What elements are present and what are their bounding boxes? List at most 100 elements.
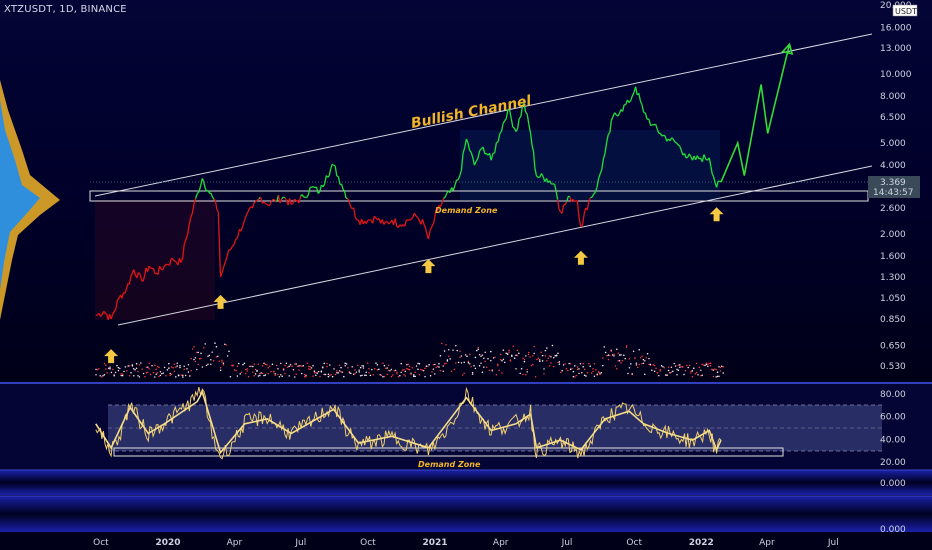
volume-dot (142, 372, 145, 375)
volume-dot (392, 374, 394, 376)
price-segment (95, 314, 98, 317)
volume-dot (361, 374, 363, 377)
volume-dot (137, 370, 139, 373)
price-tick-label: 1.050 (880, 294, 906, 304)
volume-dot (697, 374, 699, 376)
volume-dot (712, 369, 715, 371)
volume-dot (385, 367, 387, 369)
volume-dot (595, 369, 597, 371)
volume-dot (320, 370, 323, 372)
volume-dot (459, 350, 461, 352)
volume-dot (198, 358, 201, 360)
volume-dot (677, 364, 680, 367)
volume-dot (305, 374, 307, 377)
volume-dot (695, 362, 698, 365)
volume-dot (176, 365, 178, 367)
volume-dot (383, 375, 386, 378)
volume-dot (387, 364, 390, 366)
volume-dot (492, 357, 495, 359)
volume-dot (253, 374, 255, 377)
volume-dot (722, 365, 724, 368)
volume-dot (268, 365, 271, 367)
volume-dot (522, 357, 524, 359)
volume-dot (327, 375, 330, 378)
volume-dot (557, 352, 559, 355)
price-tick-label: 6.500 (880, 113, 906, 123)
volume-dot (137, 374, 139, 377)
volume-dot (175, 376, 177, 378)
volume-dot (515, 368, 517, 370)
volume-dot (439, 354, 442, 357)
volume-dot (530, 364, 533, 367)
volume-dot (616, 367, 618, 370)
volume-dot (362, 365, 365, 367)
volume-dot (551, 344, 554, 347)
volume-dot (543, 373, 545, 375)
volume-dot (205, 364, 208, 367)
volume-dot (690, 370, 692, 372)
volume-dot (382, 362, 384, 364)
volume-dot (102, 375, 104, 377)
price-segment (265, 203, 268, 205)
x-tick-label: Jul (827, 538, 839, 548)
volume-dot (439, 369, 442, 372)
volume-dot (193, 346, 195, 348)
volume-dot (635, 364, 638, 366)
volume-dot (288, 375, 290, 377)
volume-dot (417, 362, 419, 365)
volume-dot (210, 359, 212, 361)
volume-dot (317, 370, 320, 373)
volume-dot (166, 369, 169, 371)
volume-dot (140, 362, 142, 364)
volume-dot (585, 375, 587, 377)
volume-dot (303, 376, 306, 378)
rsi-tick-label: 40.00 (880, 435, 906, 445)
volume-dot (176, 362, 178, 364)
lower-pane-2-tick: 0.000 (880, 525, 906, 535)
volume-dot (380, 374, 383, 377)
volume-dot (436, 365, 439, 368)
volume-dot (613, 355, 615, 357)
volume-dot (506, 353, 509, 356)
volume-dot (715, 376, 717, 378)
x-tick-label: Oct (626, 538, 642, 548)
volume-dot (534, 375, 537, 378)
x-tick-label: Jul (561, 538, 573, 548)
volume-dot (693, 367, 695, 369)
volume-dot (352, 373, 355, 376)
volume-dot (296, 365, 299, 367)
volume-dot (691, 370, 694, 372)
volume-dot (351, 366, 353, 368)
volume-dot (301, 365, 303, 367)
volume-dot (254, 368, 257, 371)
volume-dot (406, 364, 408, 366)
volume-dot (344, 362, 346, 364)
currency-badge[interactable]: USDT (892, 4, 918, 17)
volume-dot (695, 371, 698, 374)
volume-dot (315, 374, 317, 376)
volume-dot (312, 364, 314, 367)
volume-dot (365, 371, 367, 373)
volume-dot (400, 362, 402, 365)
symbol-header[interactable]: XTZUSDT, 1D, BINANCE (4, 4, 127, 15)
volume-dot (617, 352, 619, 354)
volume-dot (494, 356, 496, 359)
volume-dot (294, 376, 296, 378)
volume-dot (513, 357, 516, 359)
volume-dot (632, 350, 635, 353)
volume-dot (649, 363, 652, 366)
volume-dot (127, 365, 129, 367)
volume-dot (354, 372, 356, 375)
volume-dot (516, 354, 519, 357)
volume-dot (177, 374, 180, 376)
x-tick-label: Apr (227, 538, 243, 548)
volume-dot (558, 361, 561, 363)
volume-dot (212, 360, 215, 362)
volume-dot (130, 372, 132, 374)
volume-dot (445, 362, 447, 365)
volume-dot (672, 370, 674, 372)
volume-dot (630, 363, 632, 365)
volume-dot (481, 371, 484, 373)
volume-dot (315, 371, 317, 374)
volume-dot (366, 362, 369, 364)
